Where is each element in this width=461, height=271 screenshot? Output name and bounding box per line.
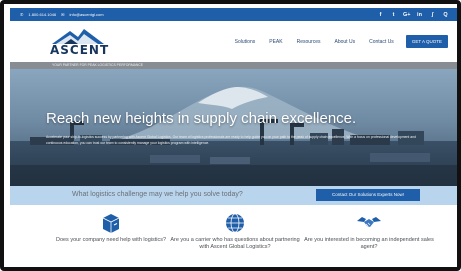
email-icon: ✉	[61, 12, 65, 17]
search-icon[interactable]: Q	[442, 12, 449, 18]
linkedin-icon[interactable]: in	[416, 12, 423, 18]
twitter-icon[interactable]: t	[390, 12, 397, 18]
nav-contact-us[interactable]: Contact Us	[369, 39, 394, 45]
email-address[interactable]: info@ascentgl.com	[70, 12, 104, 17]
contact-experts-button[interactable]: Contact Our Solutions Experts Now!	[316, 189, 420, 201]
browser-frame: ✆ 1.800.614.1046 ✉ info@ascentgl.com f t…	[0, 0, 461, 271]
contact-info: ✆ 1.800.614.1046 ✉ info@ascentgl.com	[20, 12, 104, 17]
get-a-quote-button[interactable]: GET A QUOTE	[405, 35, 448, 48]
phone-number[interactable]: 1.800.614.1046	[28, 12, 56, 17]
hero-background-image	[10, 69, 457, 186]
feature-cards: Does your company need help with logisti…	[10, 212, 457, 267]
nav-about-us[interactable]: About Us	[335, 39, 356, 45]
top-utility-bar: ✆ 1.800.614.1046 ✉ info@ascentgl.com f t…	[10, 8, 457, 21]
card-sales-text: Are you interested in becoming an indepe…	[304, 237, 434, 250]
hero-description: Accelerate your ship-to-logistics succes…	[46, 135, 416, 145]
challenge-question: What logistics challenge may we help you…	[72, 191, 243, 198]
nav-peak[interactable]: PEAK	[269, 39, 282, 45]
social-links: f t G+ in ʃ Q	[377, 12, 449, 18]
main-nav: Solutions PEAK Resources About Us Contac…	[235, 35, 448, 48]
card-company-text: Does your company need help with logisti…	[55, 237, 167, 243]
challenge-band: What logistics challenge may we help you…	[10, 186, 457, 205]
logo-wordmark: ASCENT	[50, 42, 110, 57]
tagline-bar: YOUR PARTNER FOR PEAK LOGISTICS PERFORMA…	[10, 62, 457, 69]
facebook-icon[interactable]: f	[377, 12, 384, 18]
rss-icon[interactable]: ʃ	[429, 12, 436, 18]
globe-icon	[224, 212, 246, 239]
handshake-icon	[356, 212, 382, 239]
google-plus-icon[interactable]: G+	[403, 12, 411, 18]
hero-headline: Reach new heights in supply chain excell…	[46, 110, 357, 127]
site-header: ASCENT Solutions PEAK Resources About Us…	[10, 21, 457, 62]
phone-icon: ✆	[20, 12, 24, 17]
card-carrier-text: Are you a carrier who has questions abou…	[170, 237, 300, 250]
hero-banner: Reach new heights in supply chain excell…	[10, 69, 457, 186]
shipping-box-icon	[100, 212, 122, 239]
nav-resources[interactable]: Resources	[297, 39, 321, 45]
nav-solutions[interactable]: Solutions	[235, 39, 256, 45]
web-page: ✆ 1.800.614.1046 ✉ info@ascentgl.com f t…	[10, 8, 457, 267]
ascent-logo[interactable]: ASCENT	[50, 27, 110, 57]
